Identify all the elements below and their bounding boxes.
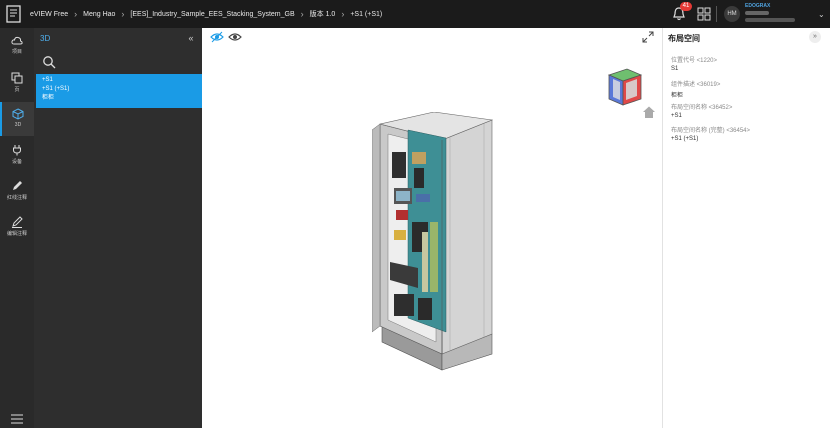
property-item: 位置代号 <1220> S1 (671, 55, 717, 72)
edit-pen-icon (12, 216, 23, 228)
property-key: 组件描述 <36019> (671, 82, 721, 88)
tree-item-selected[interactable]: +S1 +S1 (+S1) 柜柜 (36, 74, 202, 108)
property-item: 布局空间名称 <36452> +S1 (671, 102, 732, 119)
tree-item-line: +S1 (42, 77, 53, 83)
avatar[interactable]: HM (724, 6, 740, 22)
tree-item-line: +S1 (+S1) (42, 86, 70, 92)
rail-item-label: 设备 (11, 159, 22, 165)
redline-pen-icon (13, 181, 22, 190)
visibility-toggle-icon[interactable] (210, 31, 224, 43)
property-key: 布局空间名称 <36452> (671, 105, 733, 111)
top-bar: eVIEW Free › Meng Hao › [EES]_Industry_S… (0, 0, 830, 28)
property-key: 布局空间名称 (完整) <36454> (671, 128, 751, 134)
panel-title: 3D (40, 34, 51, 43)
nav-rail: 项目 页 3D 设备 红线注释 编辑注释 (0, 28, 34, 428)
breadcrumb-location[interactable]: +S1 (+S1) (350, 11, 382, 18)
app-logo-icon[interactable] (4, 4, 24, 24)
chevron-right-icon: › (121, 9, 125, 19)
rail-item-edit-notes[interactable]: 编辑注释 (0, 210, 34, 244)
breadcrumb: eVIEW Free › Meng Hao › [EES]_Industry_S… (30, 0, 382, 28)
properties-title: 布局空间 (668, 34, 700, 43)
user-name-redacted (745, 11, 769, 15)
collapse-panel-icon[interactable]: « (184, 31, 198, 45)
cabinet-3d-model[interactable] (372, 112, 532, 372)
plug-icon (13, 145, 21, 156)
cube-icon (12, 108, 24, 120)
apps-grid-icon[interactable] (697, 7, 711, 21)
property-item: 布局空间名称 (完整) <36454> +S1 (+S1) (671, 125, 750, 142)
property-value: +S1 (671, 113, 682, 119)
property-value: S1 (671, 66, 679, 72)
rail-item-label: 编辑注释 (6, 231, 27, 237)
rail-item-project[interactable]: 项目 (0, 30, 34, 64)
app-name[interactable]: eVIEW Free (30, 11, 68, 18)
3d-tree-panel: 3D « +S1 +S1 (+S1) 柜柜 (34, 28, 202, 428)
property-key: 位置代号 <1220> (671, 58, 718, 64)
rail-item-3d[interactable]: 3D (0, 102, 34, 136)
search-icon[interactable] (42, 55, 56, 69)
pages-icon (11, 72, 23, 84)
properties-panel: 布局空间 » 位置代号 <1220> S1 组件描述 <36019> 柜柜 布局… (662, 28, 830, 428)
cloud-icon (11, 36, 23, 45)
eye-icon[interactable] (228, 31, 242, 43)
home-icon[interactable] (642, 105, 656, 119)
rail-item-label: 红线注释 (6, 195, 27, 201)
rail-item-label: 项目 (11, 49, 22, 55)
expand-icon[interactable] (642, 31, 654, 43)
property-item: 组件描述 <36019> 柜柜 (671, 79, 720, 99)
notification-badge: 41 (680, 2, 692, 11)
hamburger-menu-icon[interactable] (10, 414, 24, 424)
rail-item-devices[interactable]: 设备 (0, 138, 34, 172)
chevron-right-icon: › (74, 9, 78, 19)
rail-item-pages[interactable]: 页 (0, 66, 34, 100)
rail-item-label: 3D (14, 122, 22, 128)
rail-item-label: 页 (14, 87, 20, 93)
breadcrumb-project[interactable]: [EES]_Industry_Sample_EES_Stacking_Syste… (130, 11, 294, 18)
tree-item-line: 柜柜 (42, 95, 55, 101)
view-cube-icon[interactable] (601, 65, 647, 111)
breadcrumb-user[interactable]: Meng Hao (83, 11, 115, 18)
chevron-down-icon[interactable]: ⌄ (818, 10, 825, 19)
rail-item-redline[interactable]: 红线注释 (0, 174, 34, 208)
property-value: +S1 (+S1) (671, 136, 699, 142)
user-org-redacted (745, 18, 795, 22)
property-value: 柜柜 (671, 93, 684, 99)
collapse-right-icon[interactable]: » (809, 31, 821, 43)
chevron-right-icon: › (341, 9, 345, 19)
brand-label: EDOGRAX (745, 3, 771, 9)
divider (716, 6, 717, 22)
breadcrumb-version[interactable]: 版本 1.0 (310, 9, 336, 19)
chevron-right-icon: › (300, 9, 304, 19)
3d-viewport[interactable] (202, 28, 662, 428)
